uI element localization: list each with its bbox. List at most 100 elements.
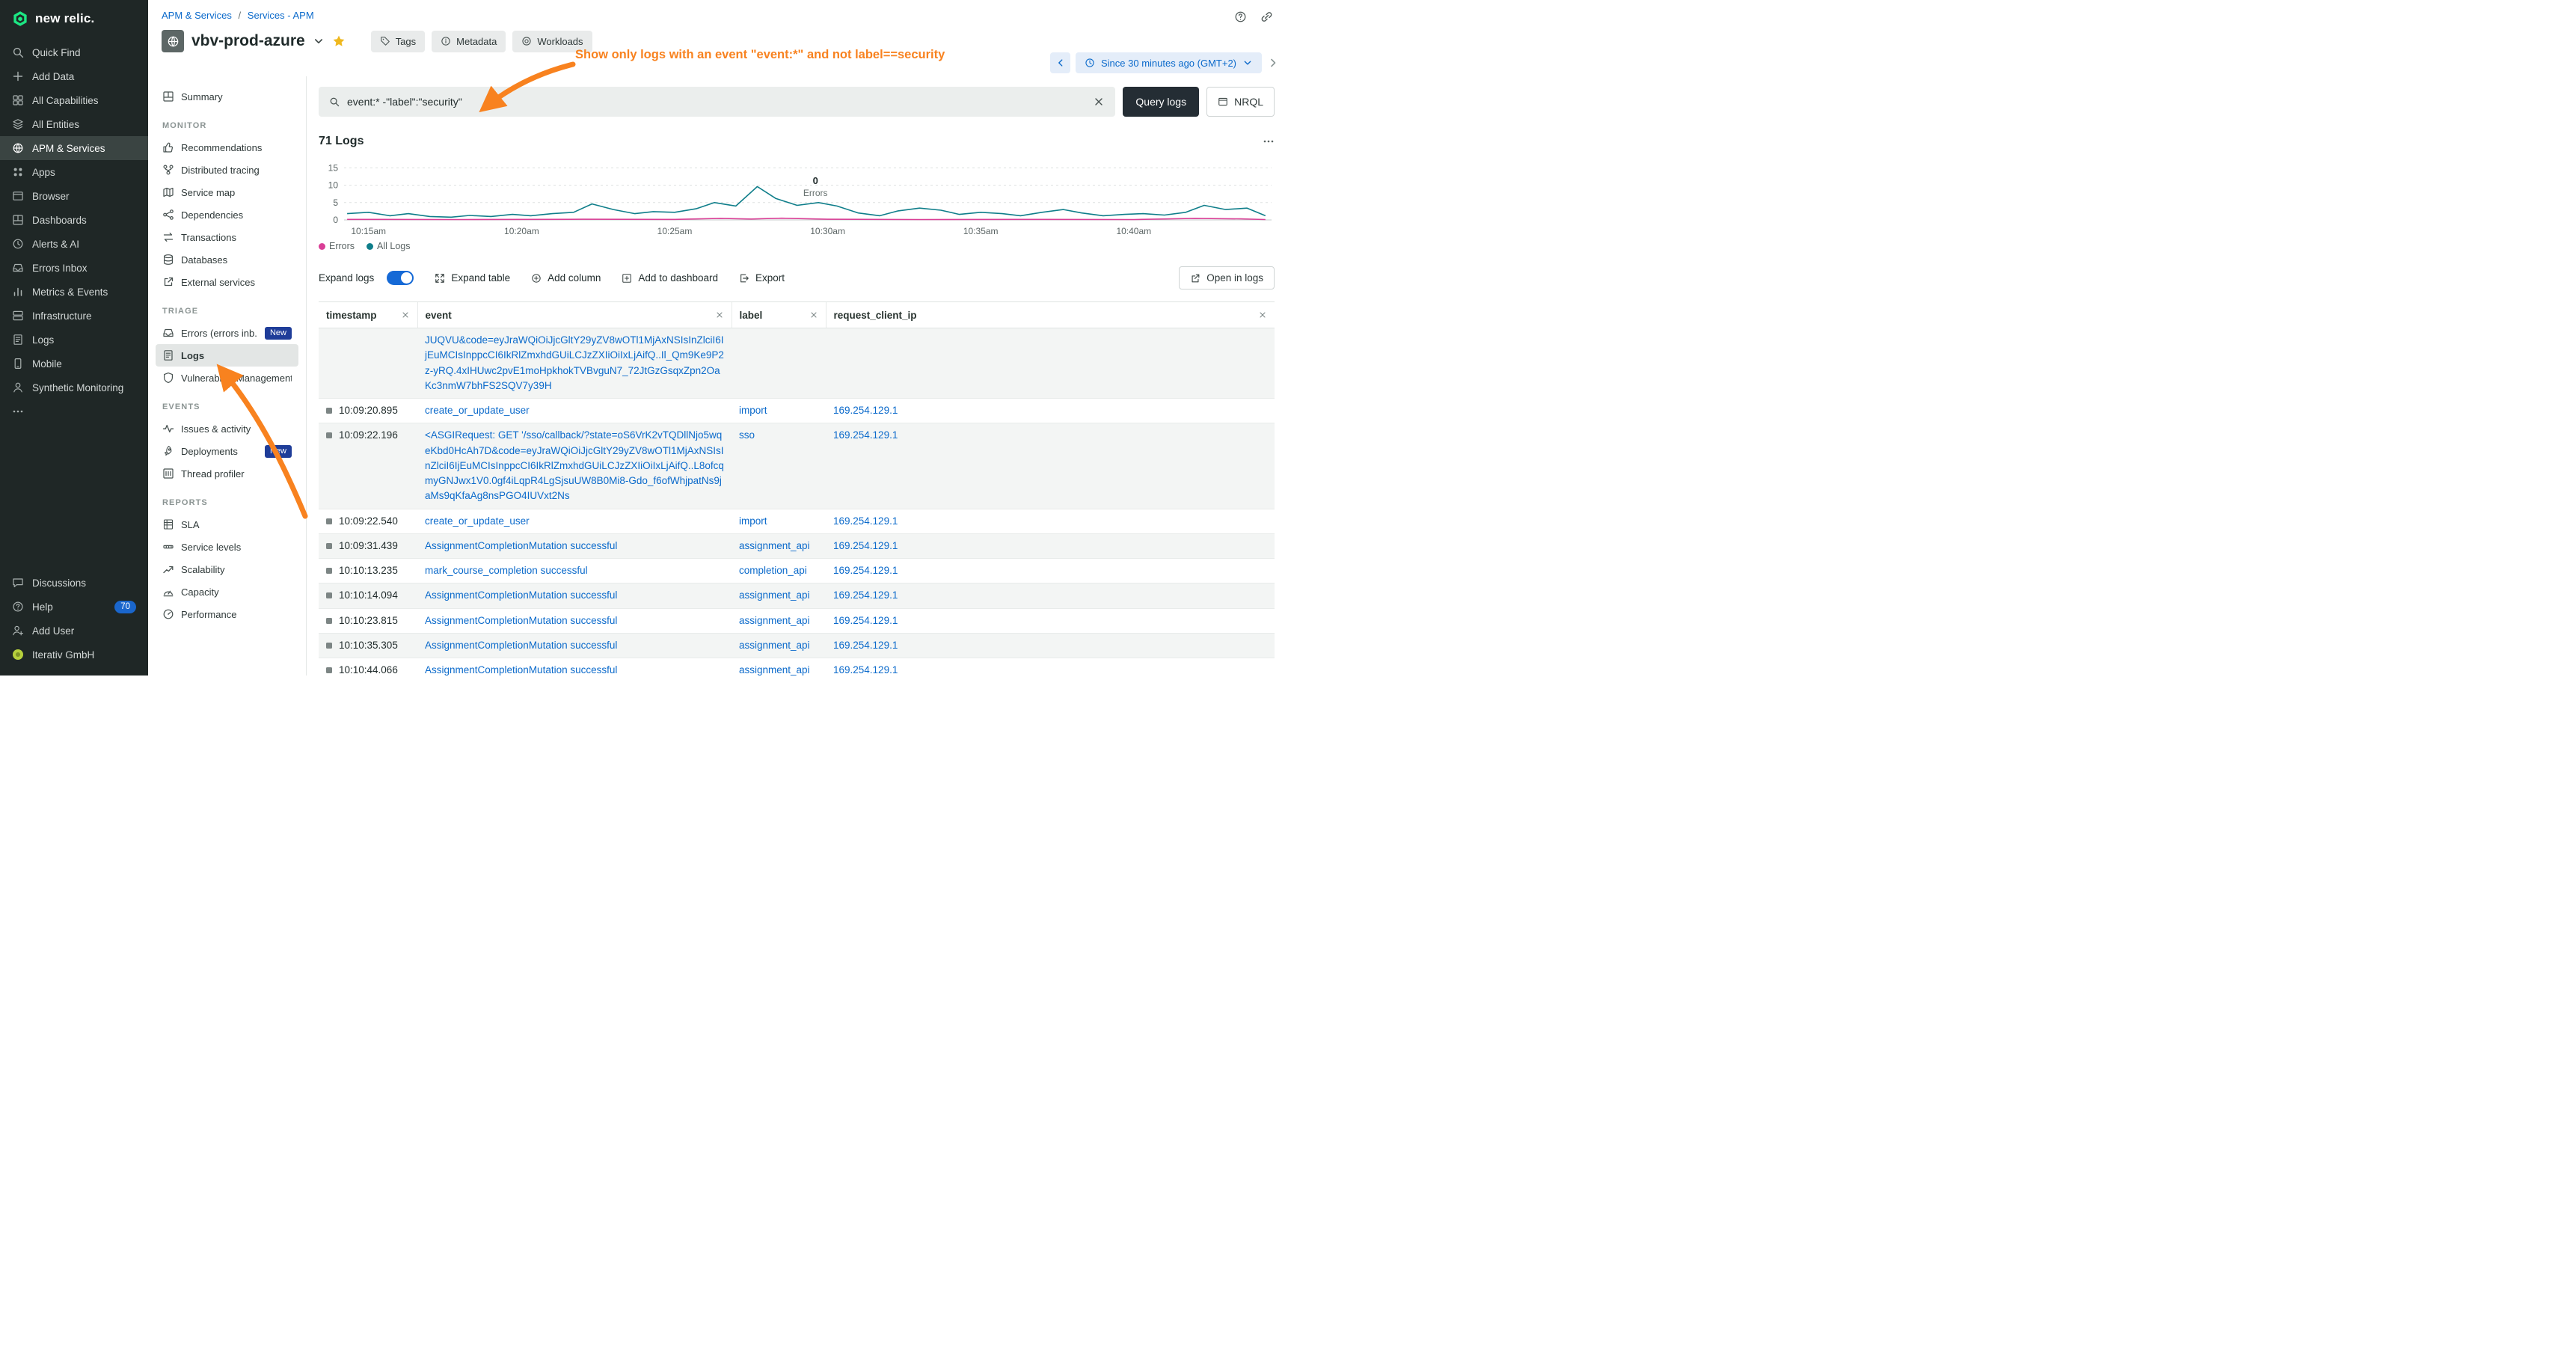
column-header-timestamp[interactable]: timestamp (319, 302, 417, 328)
label-link[interactable]: assignment_api (739, 664, 810, 676)
entity-nav-item[interactable]: SLA (156, 513, 298, 536)
entity-chip-button[interactable]: Metadata (432, 31, 506, 52)
global-nav-item[interactable]: Errors Inbox (0, 256, 148, 280)
entity-nav-item[interactable]: Logs (156, 344, 298, 367)
favorite-star-icon[interactable] (332, 34, 346, 48)
global-nav-item[interactable]: Infrastructure (0, 304, 148, 328)
request-client-ip-link[interactable]: 169.254.129.1 (833, 615, 898, 626)
remove-column-icon[interactable] (1258, 310, 1267, 319)
row-expand-square[interactable] (326, 643, 332, 649)
global-nav-item[interactable]: All Entities (0, 112, 148, 136)
event-link[interactable]: create_or_update_user (425, 515, 530, 527)
entity-nav-item[interactable]: TRIAGE (156, 303, 298, 319)
request-client-ip-link[interactable]: 169.254.129.1 (833, 429, 898, 441)
global-nav-item[interactable]: Browser (0, 184, 148, 208)
row-expand-square[interactable] (326, 518, 332, 524)
column-header-event[interactable]: event (417, 302, 732, 328)
request-client-ip-link[interactable]: 169.254.129.1 (833, 664, 898, 676)
entity-nav-item[interactable]: Service levels (156, 536, 298, 558)
entity-nav-item[interactable]: Vulnerability Management (156, 367, 298, 389)
log-row[interactable]: 10:10:44.066 AssignmentCompletionMutatio… (319, 658, 1275, 676)
add-to-dashboard-button[interactable]: Add to dashboard (622, 272, 718, 284)
entity-nav-item[interactable]: Scalability (156, 558, 298, 580)
expand-logs-toggle[interactable] (387, 271, 414, 285)
global-nav-item[interactable]: APM & Services (0, 136, 148, 160)
log-row[interactable]: 10:10:13.235 mark_course_completion succ… (319, 559, 1275, 583)
row-expand-square[interactable] (326, 667, 332, 673)
log-row[interactable]: 10:10:14.094 AssignmentCompletionMutatio… (319, 583, 1275, 608)
global-nav-item[interactable]: All Capabilities (0, 88, 148, 112)
global-nav-footer-item[interactable]: Add User (0, 619, 148, 643)
event-link[interactable]: AssignmentCompletionMutation successful (425, 540, 617, 551)
request-client-ip-link[interactable]: 169.254.129.1 (833, 589, 898, 601)
request-client-ip-link[interactable]: 169.254.129.1 (833, 640, 898, 651)
entity-nav-item[interactable]: EVENTS (156, 399, 298, 415)
label-link[interactable]: sso (739, 429, 755, 441)
label-link[interactable]: import (739, 405, 767, 416)
global-nav-item[interactable]: Logs (0, 328, 148, 352)
log-query-input[interactable] (347, 96, 1085, 108)
global-nav-item[interactable]: Alerts & AI (0, 232, 148, 256)
global-nav-item[interactable]: Synthetic Monitoring (0, 376, 148, 399)
global-nav-item[interactable]: Add Data (0, 64, 148, 88)
clear-query-icon[interactable] (1093, 96, 1105, 108)
global-nav-item[interactable]: Dashboards (0, 208, 148, 232)
entity-nav-item[interactable]: REPORTS (156, 494, 298, 511)
time-forward-button[interactable] (1267, 57, 1279, 69)
entity-nav-item[interactable]: Deployments New (156, 440, 298, 462)
label-link[interactable]: assignment_api (739, 540, 810, 551)
global-nav-item[interactable]: Quick Find (0, 40, 148, 64)
global-nav-item[interactable] (0, 399, 148, 423)
label-link[interactable]: completion_api (739, 565, 807, 576)
entity-nav-item[interactable]: Errors (errors inb... New (156, 322, 298, 344)
remove-column-icon[interactable] (809, 310, 818, 319)
log-row[interactable]: JUQVU&code=eyJraWQiOiJjcGltY29yZV8wOTl1M… (319, 328, 1275, 399)
entity-nav-item[interactable]: Issues & activity (156, 417, 298, 440)
event-link[interactable]: JUQVU&code=eyJraWQiOiJjcGltY29yZV8wOTl1M… (425, 334, 724, 391)
nrql-button[interactable]: NRQL (1206, 87, 1275, 117)
global-nav-item[interactable]: Metrics & Events (0, 280, 148, 304)
add-column-button[interactable]: Add column (531, 272, 601, 284)
global-nav-footer-item[interactable]: Discussions (0, 571, 148, 595)
entity-nav-item[interactable]: Performance (156, 603, 298, 625)
global-nav-item[interactable]: Mobile (0, 352, 148, 376)
time-back-button[interactable] (1050, 52, 1070, 73)
label-link[interactable]: import (739, 515, 767, 527)
event-link[interactable]: AssignmentCompletionMutation successful (425, 615, 617, 626)
export-button[interactable]: Export (739, 272, 785, 284)
entity-nav-item[interactable]: External services (156, 271, 298, 293)
column-header-request-client-ip[interactable]: request_client_ip (826, 302, 1275, 328)
row-expand-square[interactable] (326, 543, 332, 549)
entity-nav-item[interactable]: Thread profiler (156, 462, 298, 485)
event-link[interactable]: AssignmentCompletionMutation successful (425, 664, 617, 676)
entity-nav-item[interactable]: Recommendations (156, 136, 298, 159)
log-row[interactable]: 10:09:22.196 <ASGIRequest: GET '/sso/cal… (319, 423, 1275, 509)
column-header-label[interactable]: label (732, 302, 826, 328)
global-nav-footer-item[interactable]: Iterativ GmbH (0, 643, 148, 667)
log-row[interactable]: 10:09:31.439 AssignmentCompletionMutatio… (319, 533, 1275, 558)
event-link[interactable]: create_or_update_user (425, 405, 530, 416)
entity-nav-item[interactable]: Service map (156, 181, 298, 203)
event-link[interactable]: AssignmentCompletionMutation successful (425, 589, 617, 601)
new-relic-brand[interactable]: new relic. (0, 0, 148, 36)
entity-nav-item[interactable]: MONITOR (156, 117, 298, 134)
label-link[interactable]: assignment_api (739, 640, 810, 651)
event-link[interactable]: AssignmentCompletionMutation successful (425, 640, 617, 651)
row-expand-square[interactable] (326, 432, 332, 438)
row-expand-square[interactable] (326, 592, 332, 598)
legend-item[interactable]: Errors (319, 241, 355, 251)
row-expand-square[interactable] (326, 618, 332, 624)
global-nav-footer-item[interactable]: Help 70 (0, 595, 148, 619)
global-nav-item[interactable]: Apps (0, 160, 148, 184)
query-logs-button[interactable]: Query logs (1123, 87, 1199, 117)
row-expand-square[interactable] (326, 408, 332, 414)
entity-nav-item[interactable]: Capacity (156, 580, 298, 603)
request-client-ip-link[interactable]: 169.254.129.1 (833, 565, 898, 576)
legend-item[interactable]: All Logs (367, 241, 410, 251)
request-client-ip-link[interactable]: 169.254.129.1 (833, 515, 898, 527)
log-row[interactable]: 10:09:22.540 create_or_update_user impor… (319, 509, 1275, 533)
event-link[interactable]: <ASGIRequest: GET '/sso/callback/?state=… (425, 429, 724, 501)
log-row[interactable]: 10:10:35.305 AssignmentCompletionMutatio… (319, 633, 1275, 658)
help-icon[interactable] (1234, 10, 1247, 23)
event-link[interactable]: mark_course_completion successful (425, 565, 588, 576)
